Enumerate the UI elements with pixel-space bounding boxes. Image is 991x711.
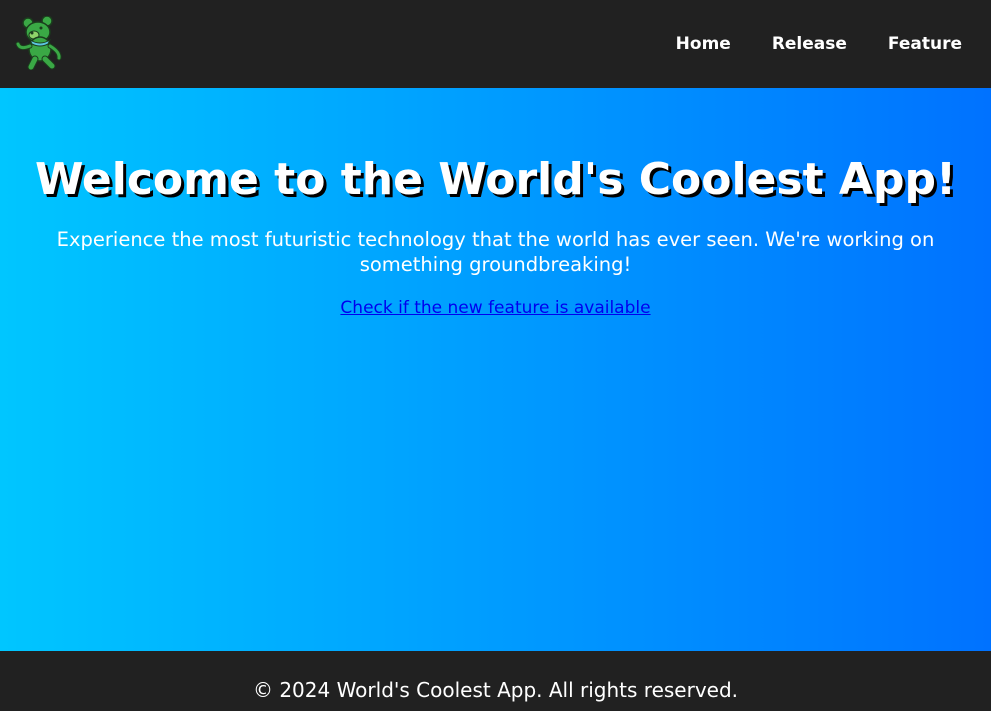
footer-copyright: © 2024 World's Coolest App. All rights r…: [252, 678, 739, 702]
hero-link-container: Check if the new feature is available: [0, 297, 991, 319]
nav-link-feature[interactable]: Feature: [888, 34, 962, 54]
hero-subtitle: Experience the most futuristic technolog…: [56, 228, 935, 276]
nav-link-release[interactable]: Release: [772, 34, 847, 54]
hero-section: Welcome to the World's Coolest App! Expe…: [0, 88, 991, 651]
navbar: Home Release Feature: [0, 0, 991, 88]
check-feature-link[interactable]: Check if the new feature is available: [340, 298, 650, 318]
footer: © 2024 World's Coolest App. All rights r…: [0, 651, 991, 711]
dancing-bear-icon[interactable]: [14, 15, 64, 71]
hero-title: Welcome to the World's Coolest App!: [34, 154, 957, 205]
nav-link-home[interactable]: Home: [676, 34, 731, 54]
nav-links: Home Release Feature: [635, 0, 962, 88]
